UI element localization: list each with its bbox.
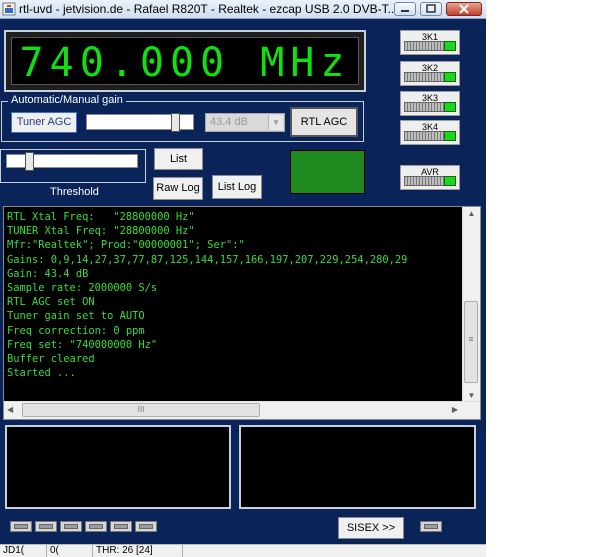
led-indicator-icon xyxy=(444,41,456,51)
toggle-button-2[interactable] xyxy=(35,521,57,532)
minimize-icon xyxy=(401,10,409,12)
scroll-right-icon[interactable]: ▶ xyxy=(452,405,458,414)
grip-icon: ≡ xyxy=(468,334,474,344)
log-panel[interactable]: RTL Xtal Freq: "28800000 Hz" TUNER Xtal … xyxy=(3,206,481,420)
log-line: Buffer cleared xyxy=(7,353,95,366)
log-vertical-scroll-thumb[interactable]: ≡ xyxy=(464,301,478,383)
frequency-display: 740.000 MHz xyxy=(4,30,366,92)
grip-icon: III xyxy=(137,405,145,414)
led-indicator-icon xyxy=(444,102,456,112)
title-bar[interactable]: rtl-uvd - jetvision.de - Rafael R820T - … xyxy=(0,0,486,19)
log-line: RTL Xtal Freq: "28800000 Hz" xyxy=(7,211,195,223)
scroll-left-icon[interactable]: ◀ xyxy=(7,405,13,414)
close-button[interactable] xyxy=(446,2,482,16)
level-meter-icon xyxy=(404,176,446,186)
frequency-readout: 740.000 MHz xyxy=(19,40,351,86)
left-output-panel xyxy=(5,425,231,509)
channel-button-3k1[interactable]: 3K1 xyxy=(400,30,460,55)
level-meter-icon xyxy=(404,72,446,82)
frequency-screen: 740.000 MHz xyxy=(11,37,359,86)
level-meter-icon xyxy=(404,41,446,51)
log-line: Sample rate: 2000000 S/s xyxy=(7,282,158,295)
signal-indicator xyxy=(290,150,365,194)
log-line: Tuner gain set to AUTO xyxy=(7,310,145,323)
channel-button-3k3[interactable]: 3K3 xyxy=(400,91,460,116)
status-cell: THR: 26 [24] xyxy=(93,545,183,557)
scroll-down-icon[interactable]: ▼ xyxy=(463,391,480,400)
rtl-agc-button[interactable]: RTL AGC xyxy=(290,107,358,137)
minimize-button[interactable] xyxy=(394,2,416,16)
log-vertical-scrollbar[interactable]: ▲ ≡ ▼ xyxy=(462,207,480,402)
scroll-up-icon[interactable]: ▲ xyxy=(463,209,480,218)
gain-slider[interactable] xyxy=(86,113,194,132)
status-cell: JD1( xyxy=(0,545,47,557)
channel-button-3k2[interactable]: 3K2 xyxy=(400,61,460,86)
led-indicator-icon xyxy=(444,131,456,141)
level-meter-icon xyxy=(404,102,446,112)
list-button[interactable]: List xyxy=(154,148,203,170)
status-bar: JD1( 0( THR: 26 [24] xyxy=(0,544,486,557)
chevron-down-icon: ▼ xyxy=(268,115,283,130)
log-line: Gains: 0,9,14,27,37,77,87,125,144,157,16… xyxy=(7,253,408,266)
maximize-button[interactable] xyxy=(420,2,442,16)
led-indicator-icon xyxy=(444,72,456,82)
log-line: Gain: 43.4 dB xyxy=(7,267,89,280)
maximize-icon xyxy=(426,4,436,13)
list-log-button[interactable]: List Log xyxy=(212,175,262,199)
toggle-button-5[interactable] xyxy=(110,521,132,532)
log-line: TUNER Xtal Freq: "28800000 Hz" xyxy=(7,225,195,238)
log-line: Freq correction: 0 ppm xyxy=(7,324,145,337)
log-lines: RTL Xtal Freq: "28800000 Hz" TUNER Xtal … xyxy=(7,210,463,380)
gain-db-select[interactable]: 43.4 dB ▼ xyxy=(205,113,285,132)
threshold-label: Threshold xyxy=(50,186,99,198)
log-horizontal-scroll-thumb[interactable]: III xyxy=(22,403,260,417)
log-horizontal-scrollbar[interactable]: ◀ III ▶ xyxy=(4,401,480,419)
log-line: Started ... xyxy=(7,367,76,380)
gain-slider-thumb[interactable] xyxy=(171,113,180,132)
level-meter-icon xyxy=(404,131,446,141)
threshold-slider-thumb[interactable] xyxy=(25,152,34,171)
gain-group-label: Automatic/Manual gain xyxy=(8,94,126,106)
toggle-button-1[interactable] xyxy=(10,521,32,532)
toggle-button-4[interactable] xyxy=(85,521,107,532)
tuner-agc-button[interactable]: Tuner AGC xyxy=(11,112,77,133)
status-cell: 0( xyxy=(47,545,93,557)
close-icon xyxy=(459,4,469,14)
log-line: Mfr:"Realtek"; Prod:"00000001"; Ser":" xyxy=(7,239,245,252)
right-output-panel xyxy=(239,425,476,509)
channel-button-avr[interactable]: AVR xyxy=(400,165,460,190)
log-line: Freq set: "740000000 Hz" xyxy=(7,338,158,351)
toggle-button-7[interactable] xyxy=(420,521,442,532)
sisex-button[interactable]: SISEX >> xyxy=(338,517,404,539)
toggle-button-6[interactable] xyxy=(135,521,157,532)
app-icon xyxy=(2,2,16,16)
app-window: rtl-uvd - jetvision.de - Rafael R820T - … xyxy=(0,0,486,557)
toggle-button-3[interactable] xyxy=(60,521,82,532)
led-indicator-icon xyxy=(444,176,456,186)
threshold-slider[interactable] xyxy=(6,152,138,171)
gain-db-value: 43.4 dB xyxy=(210,116,248,128)
raw-log-button[interactable]: Raw Log xyxy=(153,177,203,200)
log-line: RTL AGC set ON xyxy=(7,296,95,309)
channel-button-3k4[interactable]: 3K4 xyxy=(400,120,460,145)
window-title: rtl-uvd - jetvision.de - Rafael R820T - … xyxy=(19,2,398,16)
